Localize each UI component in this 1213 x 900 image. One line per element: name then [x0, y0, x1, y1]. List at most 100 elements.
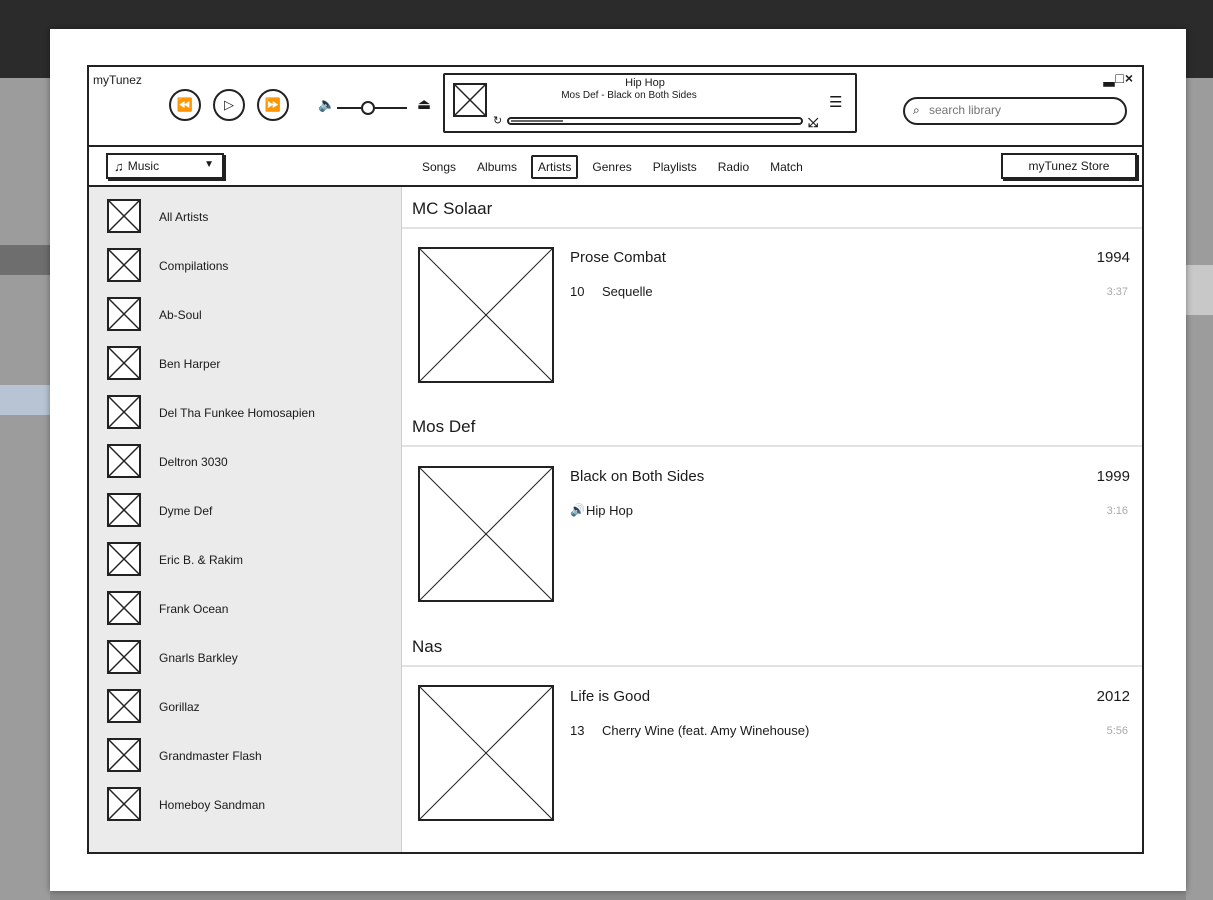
fast-forward-icon: ⏩: [264, 97, 282, 112]
play-button[interactable]: ▷: [213, 89, 245, 121]
rewind-icon: ⏪: [176, 97, 194, 112]
album-year: 1999: [1096, 468, 1130, 485]
progress-fill: [511, 120, 563, 122]
sidebar-item-deltron-3030[interactable]: Deltron 3030: [107, 444, 397, 484]
sidebar-item-compilations[interactable]: Compilations: [107, 248, 397, 288]
background-strip: [1186, 265, 1213, 315]
track-duration: 3:16: [1106, 505, 1128, 517]
repeat-icon[interactable]: ↻: [493, 114, 502, 127]
sidebar-item-frank-ocean[interactable]: Frank Ocean: [107, 591, 397, 631]
background-strip: [0, 385, 50, 415]
progress-bar[interactable]: [507, 117, 803, 125]
app-window: myTunez ▂□× ⏪ ▷ ⏩ 🔈 ⏏ Hip Hop Mos Def - …: [87, 65, 1144, 854]
sidebar-item-label: Grandmaster Flash: [159, 749, 262, 763]
now-playing-panel: Hip Hop Mos Def - Black on Both Sides ↻ …: [443, 73, 857, 133]
sidebar-item-ben-harper[interactable]: Ben Harper: [107, 346, 397, 386]
album-year: 2012: [1096, 688, 1130, 705]
artist-thumbnail: [107, 689, 141, 723]
search-box[interactable]: ⌕: [903, 97, 1127, 125]
album-title[interactable]: Black on Both Sides: [570, 468, 704, 485]
artist-heading: Mos Def: [412, 417, 476, 436]
background-right: [1186, 78, 1213, 900]
shuffle-icon[interactable]: ⤩: [808, 115, 818, 131]
sidebar-item-label: Frank Ocean: [159, 602, 229, 616]
track-title[interactable]: Sequelle: [602, 284, 653, 299]
track-number: 10: [570, 284, 585, 299]
album-artwork[interactable]: [418, 685, 554, 821]
sidebar-item-ab-soul[interactable]: Ab-Soul: [107, 297, 397, 337]
play-icon: ▷: [224, 97, 234, 112]
sidebar-item-label: Homeboy Sandman: [159, 798, 266, 812]
sidebar-item-gorillaz[interactable]: Gorillaz: [107, 689, 397, 729]
eject-icon[interactable]: ⏏: [417, 95, 431, 113]
sidebar-item-label: All Artists: [159, 210, 209, 224]
tab-genres[interactable]: Genres: [585, 155, 638, 179]
previous-button[interactable]: ⏪: [169, 89, 201, 121]
artist-thumbnail: [107, 787, 141, 821]
track-number: 13: [570, 723, 585, 738]
tab-radio[interactable]: Radio: [711, 155, 756, 179]
track-title[interactable]: Hip Hop: [586, 503, 633, 518]
sidebar-item-label: Gnarls Barkley: [159, 651, 238, 665]
sidebar-item-label: Gorillaz: [159, 700, 200, 714]
album-year: 1994: [1096, 249, 1130, 266]
album-title[interactable]: Prose Combat: [570, 249, 666, 266]
artist-thumbnail: [107, 493, 141, 527]
tab-playlists[interactable]: Playlists: [646, 155, 704, 179]
sidebar-item-grandmaster-flash[interactable]: Grandmaster Flash: [107, 738, 397, 778]
artist-thumbnail: [107, 346, 141, 380]
source-dropdown-label: Music: [127, 159, 160, 173]
now-playing-speaker-icon: 🔊: [570, 503, 585, 517]
tab-songs[interactable]: Songs: [415, 155, 463, 179]
store-button[interactable]: myTunez Store: [1001, 153, 1137, 179]
now-playing-genre: Hip Hop: [625, 77, 665, 89]
background-left: [0, 78, 50, 900]
sidebar-item-label: Ab-Soul: [159, 308, 202, 322]
artist-thumbnail: [107, 248, 141, 282]
chevron-down-icon: ▼: [204, 159, 214, 170]
source-dropdown[interactable]: ♫ Music ▼: [106, 153, 224, 179]
next-button[interactable]: ⏩: [257, 89, 289, 121]
artist-heading: MC Solaar: [412, 199, 493, 218]
artist-thumbnail: [107, 444, 141, 478]
sidebar-item-eric-b-rakim[interactable]: Eric B. & Rakim: [107, 542, 397, 582]
artist-sidebar: All Artists Compilations Ab-Soul Ben Har…: [89, 187, 402, 852]
sidebar-item-label: Deltron 3030: [159, 455, 228, 469]
now-playing-artwork: [453, 83, 487, 117]
nav-bar: ♫ Music ▼ Songs Albums Artists Genres Pl…: [89, 147, 1142, 187]
album-artwork[interactable]: [418, 247, 554, 383]
up-next-list-icon[interactable]: ☰: [829, 93, 842, 111]
tab-artists[interactable]: Artists: [531, 155, 579, 179]
track-duration: 5:56: [1106, 725, 1128, 737]
artist-albums-pane: MC Solaar Prose Combat 1994 10 Sequelle …: [402, 187, 1142, 852]
track-title[interactable]: Cherry Wine (feat. Amy Winehouse): [602, 723, 809, 738]
artist-thumbnail: [107, 640, 141, 674]
tab-albums[interactable]: Albums: [470, 155, 524, 179]
sidebar-item-del-tha-funkee-homosapien[interactable]: Del Tha Funkee Homosapien: [107, 395, 397, 435]
artist-thumbnail: [107, 199, 141, 233]
search-icon: ⌕: [913, 103, 920, 117]
album-title[interactable]: Life is Good: [570, 688, 650, 705]
volume-slider-knob[interactable]: [361, 101, 375, 115]
track-duration: 3:37: [1106, 286, 1128, 298]
sidebar-item-label: Compilations: [159, 259, 229, 273]
sidebar-item-label: Del Tha Funkee Homosapien: [159, 406, 315, 420]
artist-thumbnail: [107, 297, 141, 331]
search-input[interactable]: [927, 102, 1111, 118]
artist-thumbnail: [107, 542, 141, 576]
sidebar-item-all-artists[interactable]: All Artists: [107, 199, 397, 239]
sidebar-item-homeboy-sandman[interactable]: Homeboy Sandman: [107, 787, 397, 827]
view-tabs: Songs Albums Artists Genres Playlists Ra…: [415, 155, 817, 179]
sidebar-item-dyme-def[interactable]: Dyme Def: [107, 493, 397, 533]
sidebar-item-gnarls-barkley[interactable]: Gnarls Barkley: [107, 640, 397, 680]
volume-icon: 🔈: [318, 96, 336, 112]
window-controls[interactable]: ▂□×: [1104, 70, 1134, 87]
section-divider: [402, 227, 1142, 229]
album-artwork[interactable]: [418, 466, 554, 602]
now-playing-track: Mos Def - Black on Both Sides: [561, 90, 697, 101]
section-divider: [402, 445, 1142, 447]
tab-match[interactable]: Match: [763, 155, 810, 179]
app-title: myTunez: [93, 73, 142, 87]
section-divider: [402, 665, 1142, 667]
artist-thumbnail: [107, 591, 141, 625]
